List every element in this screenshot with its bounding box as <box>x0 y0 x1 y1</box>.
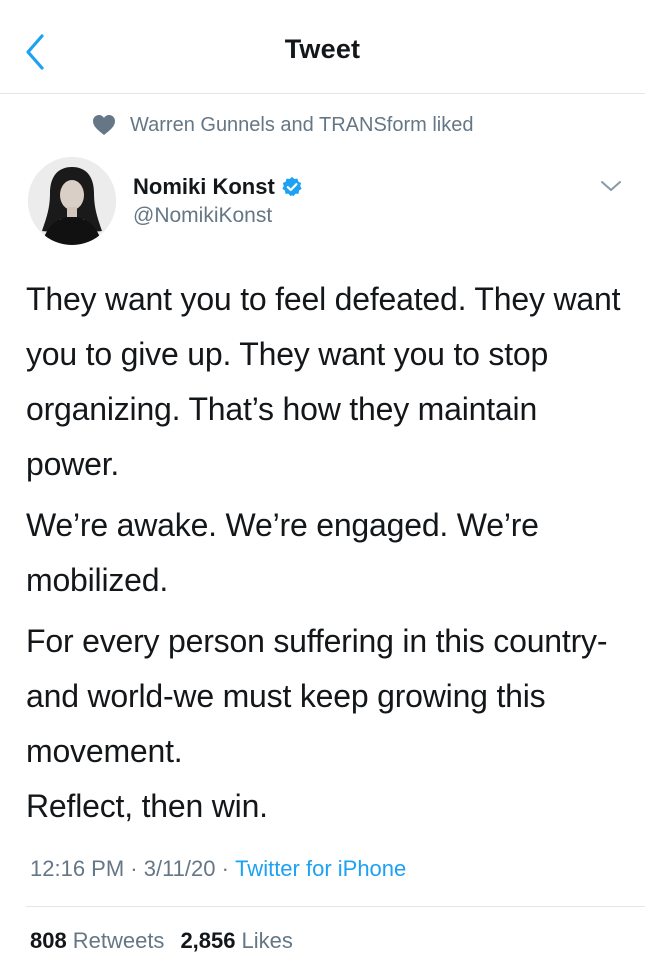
author-name[interactable]: Nomiki Konst <box>133 174 275 200</box>
tweet-paragraph: They want you to feel defeated. They wan… <box>26 281 621 482</box>
author-block[interactable]: Nomiki Konst @NomikiKonst <box>133 172 303 228</box>
author-handle[interactable]: @NomikiKonst <box>133 204 303 228</box>
tweet-text: They want you to feel defeated. They wan… <box>26 272 626 834</box>
profile-photo <box>28 157 116 245</box>
retweets-label: Retweets <box>72 928 165 953</box>
tweet-paragraph: We’re awake. We’re engaged. We’re mobili… <box>26 507 539 598</box>
meta-separator: · <box>215 856 236 881</box>
likes-count: 2,856 <box>180 928 236 953</box>
heart-icon <box>93 115 115 135</box>
tweet-stats: 808 Retweets 2,856 Likes <box>30 925 293 957</box>
avatar[interactable] <box>28 157 116 245</box>
tweet-source-link[interactable]: Twitter for iPhone <box>235 856 406 882</box>
more-options-button[interactable] <box>599 176 623 196</box>
verified-badge-icon <box>282 177 302 197</box>
top-nav-bar: Tweet <box>0 0 645 94</box>
tweet-date: 3/11/20 <box>143 856 216 881</box>
retweets-stat[interactable]: 808 Retweets <box>30 928 164 954</box>
likes-stat[interactable]: 2,856 Likes <box>180 928 292 954</box>
tweet-paragraph: For every person suffering in this count… <box>26 623 608 769</box>
retweets-count: 808 <box>30 928 67 953</box>
tweet-metadata: 12:16 PM · 3/11/20 · Twitter for iPhone <box>30 853 406 885</box>
page-title: Tweet <box>284 34 361 64</box>
social-context[interactable]: Warren Gunnels and TRANSform liked <box>92 110 473 140</box>
meta-separator: · <box>124 856 144 881</box>
social-context-text: Warren Gunnels and TRANSform liked <box>130 113 474 136</box>
divider <box>26 906 645 907</box>
tweet-time: 12:16 PM <box>30 856 125 881</box>
likes-label: Likes <box>241 928 293 953</box>
chevron-down-icon <box>601 181 621 191</box>
tweet-paragraph: Reflect, then win. <box>26 788 268 824</box>
